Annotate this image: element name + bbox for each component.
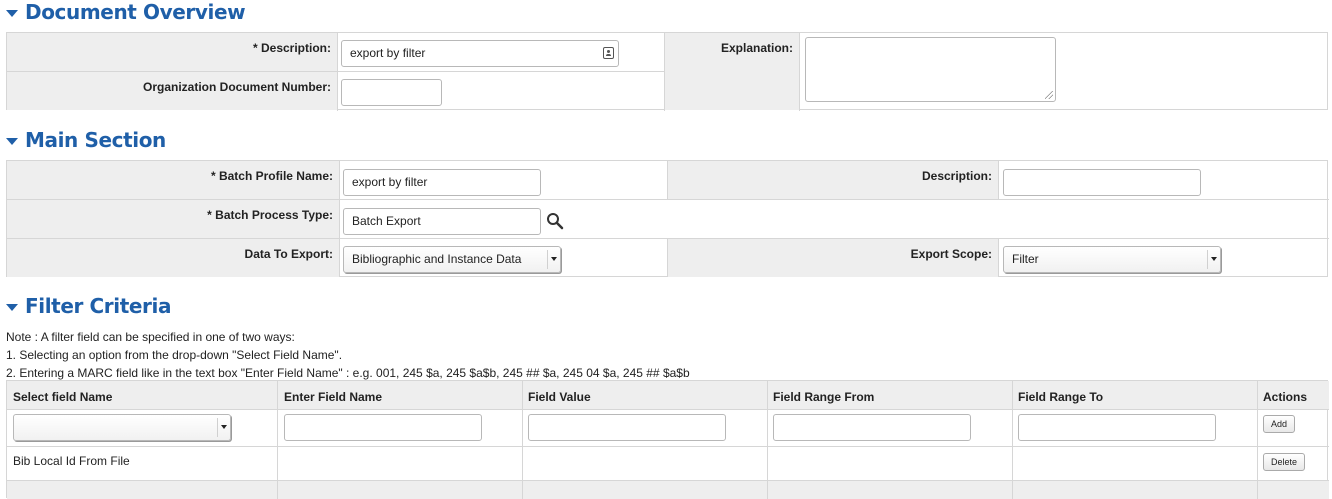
description-input[interactable]: export by filter: [341, 40, 619, 67]
collapse-triangle-icon[interactable]: [6, 303, 18, 311]
field-value-input[interactable]: [528, 414, 726, 441]
export-scope-label: Export Scope:: [910, 247, 992, 261]
chevron-down-icon: [221, 425, 227, 429]
col-select-field-name: Select field Name: [13, 390, 113, 404]
batch-profile-name-value: export by filter: [352, 175, 428, 189]
col-field-range-to: Field Range To: [1018, 390, 1104, 404]
filter-note-line-1: Note : A filter field can be specified i…: [6, 330, 295, 344]
description-label: * Description:: [252, 41, 331, 55]
resize-grip-icon[interactable]: [1045, 91, 1053, 99]
contact-card-icon[interactable]: [603, 47, 614, 59]
table-header-row: [7, 381, 1329, 409]
filter-criteria-table: Select field Name Enter Field Name Field…: [6, 380, 1329, 499]
batch-profile-name-label: * Batch Profile Name:: [210, 169, 333, 183]
main-section-panel: * Batch Profile Name: export by filter D…: [6, 160, 1329, 277]
batch-process-type-input[interactable]: Batch Export: [343, 208, 541, 235]
ms-description-label: Description:: [921, 169, 992, 183]
data-to-export-label: Data To Export:: [244, 247, 333, 261]
delete-button[interactable]: Delete: [1263, 453, 1306, 471]
enter-field-name-input[interactable]: [284, 414, 482, 441]
batch-profile-name-label-cell: * Batch Profile Name:: [7, 161, 339, 199]
org-doc-number-label: Organization Document Number:: [142, 80, 331, 94]
description-value: export by filter: [350, 46, 426, 60]
main-section-title: Main Section: [25, 128, 166, 152]
col-field-value: Field Value: [528, 390, 591, 404]
col-field-range-from: Field Range From: [773, 390, 875, 404]
chevron-down-icon: [551, 257, 557, 261]
search-icon[interactable]: [546, 212, 564, 230]
data-to-export-label-cell: Data To Export:: [7, 239, 339, 277]
batch-process-type-value: Batch Export: [352, 214, 421, 228]
org-doc-number-input[interactable]: [341, 79, 442, 106]
export-scope-select[interactable]: Filter: [1003, 246, 1221, 273]
select-field-name-dropdown[interactable]: [13, 414, 231, 441]
field-range-to-input[interactable]: [1018, 414, 1216, 441]
document-overview-header[interactable]: Document Overview: [6, 0, 246, 24]
export-scope-value: Filter: [1012, 252, 1039, 266]
filter-criteria-title: Filter Criteria: [25, 294, 172, 318]
collapse-triangle-icon[interactable]: [6, 137, 18, 145]
chevron-down-icon: [1211, 257, 1217, 261]
explanation-label-cell: Explanation:: [665, 33, 799, 110]
col-actions: Actions: [1263, 390, 1308, 404]
batch-process-type-label-cell: * Batch Process Type:: [7, 200, 339, 238]
document-overview-title: Document Overview: [25, 0, 246, 24]
batch-profile-name-input[interactable]: export by filter: [343, 169, 541, 196]
description-label-cell: * Description:: [7, 33, 337, 72]
add-button[interactable]: Add: [1263, 415, 1296, 433]
main-section-header[interactable]: Main Section: [6, 128, 166, 152]
data-to-export-select[interactable]: Bibliographic and Instance Data: [343, 246, 561, 273]
col-enter-field-name: Enter Field Name: [284, 390, 383, 404]
field-range-from-input[interactable]: [773, 414, 971, 441]
data-to-export-value: Bibliographic and Instance Data: [352, 252, 522, 266]
ms-description-input[interactable]: [1003, 169, 1201, 196]
org-doc-number-label-cell: Organization Document Number:: [7, 72, 337, 110]
ms-description-label-cell: Description:: [668, 161, 998, 199]
filter-note-line-3: 2. Entering a MARC field like in the tex…: [6, 366, 690, 380]
filter-criteria-header[interactable]: Filter Criteria: [6, 294, 171, 318]
explanation-textarea[interactable]: [805, 37, 1056, 102]
batch-process-type-label: * Batch Process Type:: [207, 208, 333, 222]
explanation-label: Explanation:: [720, 41, 793, 55]
document-overview-panel: * Description: Organization Document Num…: [6, 32, 1328, 111]
table-row-select-field-name: Bib Local Id From File: [13, 454, 130, 468]
export-scope-label-cell: Export Scope:: [668, 239, 998, 277]
filter-note-line-2: 1. Selecting an option from the drop-dow…: [6, 348, 343, 362]
collapse-triangle-icon[interactable]: [6, 9, 18, 17]
